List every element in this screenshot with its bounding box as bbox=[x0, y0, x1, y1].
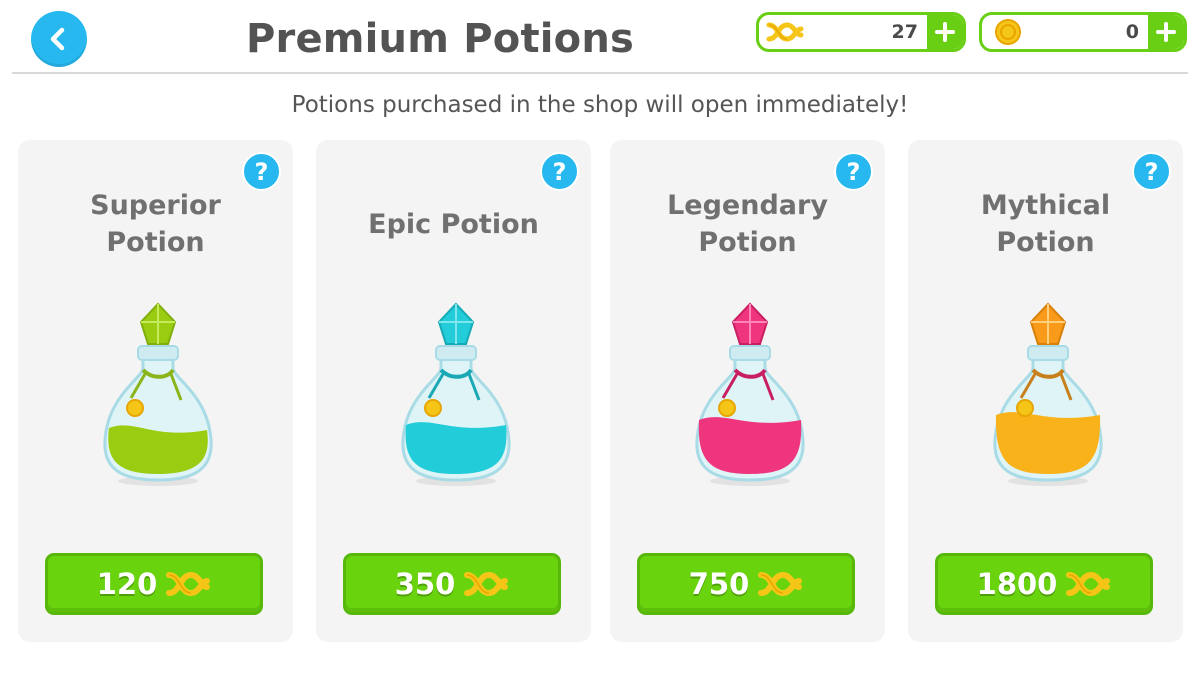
price-label: 350 bbox=[394, 567, 456, 601]
buy-button[interactable]: 350 bbox=[343, 553, 561, 615]
add-dna-button[interactable] bbox=[927, 15, 963, 49]
dna-amount: 27 bbox=[891, 21, 918, 43]
dna-icon bbox=[763, 15, 807, 49]
potion-card-legendary: ? Legendary Potion 750 bbox=[610, 140, 885, 642]
back-button[interactable] bbox=[31, 11, 87, 67]
shop-info-text: Potions purchased in the shop will open … bbox=[291, 92, 909, 118]
coin-currency-display: 0 bbox=[979, 12, 1187, 52]
help-icon: ? bbox=[254, 157, 269, 186]
dna-icon bbox=[758, 571, 803, 597]
coin-icon bbox=[986, 15, 1030, 49]
help-icon: ? bbox=[1144, 157, 1159, 186]
potion-name: Epic Potion bbox=[368, 208, 539, 240]
buy-button[interactable]: 120 bbox=[45, 553, 263, 615]
potion-card-epic: ? Epic Potion 350 bbox=[316, 140, 591, 642]
pink-potion-icon bbox=[675, 300, 825, 490]
plus-icon bbox=[1156, 22, 1176, 42]
price-label: 1800 bbox=[976, 567, 1058, 601]
dna-icon bbox=[464, 571, 509, 597]
chevron-left-icon bbox=[50, 27, 65, 51]
dna-currency-display: 27 bbox=[756, 12, 966, 52]
header-divider bbox=[12, 72, 1188, 74]
help-icon: ? bbox=[552, 157, 567, 186]
green-potion-icon bbox=[83, 300, 233, 490]
potion-name: Superior Potion bbox=[90, 190, 221, 258]
buy-button[interactable]: 750 bbox=[637, 553, 855, 615]
dna-icon bbox=[1066, 571, 1111, 597]
price-label: 120 bbox=[96, 567, 158, 601]
potion-name: Legendary Potion bbox=[667, 190, 828, 258]
buy-button[interactable]: 1800 bbox=[935, 553, 1153, 615]
help-icon: ? bbox=[846, 157, 861, 186]
potion-card-superior: ? Superior Potion 120 bbox=[18, 140, 293, 642]
price-label: 750 bbox=[688, 567, 750, 601]
potion-card-mythical: ? Mythical Potion 1800 bbox=[908, 140, 1183, 642]
plus-icon bbox=[935, 22, 955, 42]
potion-name: Mythical Potion bbox=[980, 190, 1111, 258]
coin-amount: 0 bbox=[1125, 21, 1139, 43]
page-title: Premium Potions bbox=[246, 16, 635, 62]
dna-icon bbox=[166, 571, 211, 597]
orange-potion-icon bbox=[973, 300, 1123, 490]
add-coins-button[interactable] bbox=[1148, 15, 1184, 49]
cyan-potion-icon bbox=[381, 300, 531, 490]
